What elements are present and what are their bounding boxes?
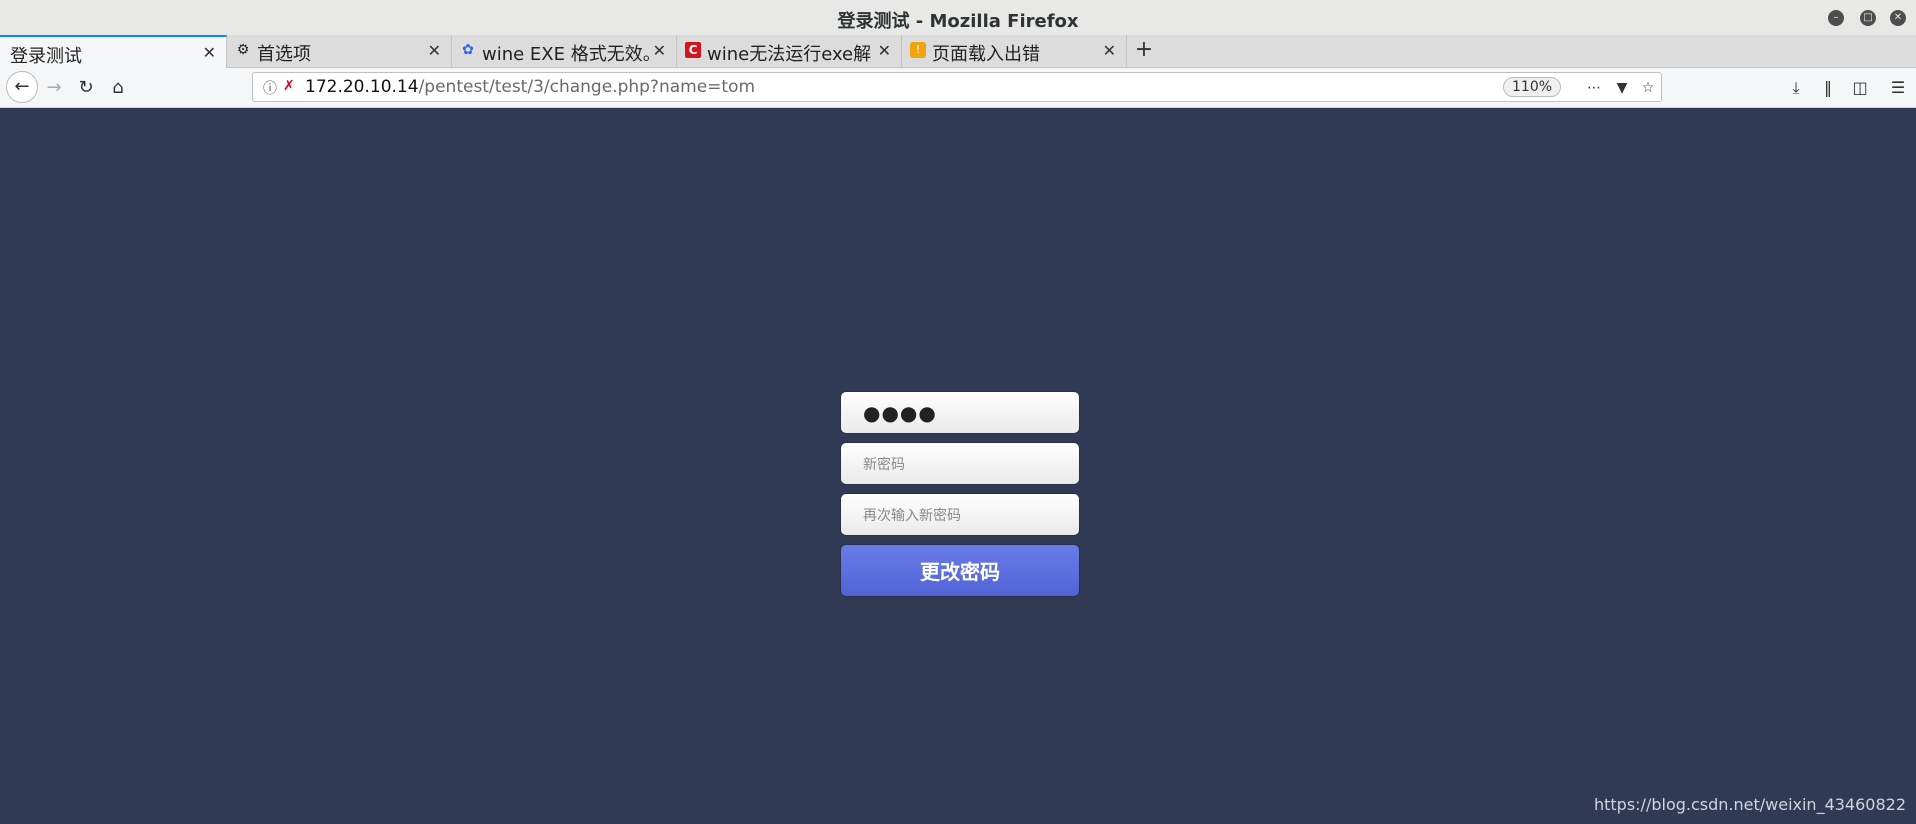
url-path: /pentest/test/3/change.php?name=tom xyxy=(418,77,756,97)
tab-wine-exe[interactable]: ✿ wine EXE 格式无效。 ✕ xyxy=(452,35,677,68)
window-title: 登录测试 - Mozilla Firefox xyxy=(837,11,1079,32)
change-password-button[interactable]: 更改密码 xyxy=(840,544,1080,597)
tab-label: wine无法运行exe解 xyxy=(707,44,872,65)
url-bar[interactable]: ⓘ ✗ 172.20.10.14/pentest/test/3/change.p… xyxy=(252,72,1662,102)
insecure-lock-icon[interactable]: ✗ xyxy=(283,78,295,94)
back-arrow-icon[interactable]: ← xyxy=(6,71,38,103)
pocket-icon[interactable]: ▼ xyxy=(1611,77,1633,99)
tab-label: wine EXE 格式无效。 xyxy=(482,44,661,65)
current-password-field[interactable]: ●●●● xyxy=(840,391,1080,434)
baidu-paw-icon: ✿ xyxy=(462,42,474,58)
bookmark-star-icon[interactable]: ☆ xyxy=(1637,77,1659,99)
gear-icon: ⚙ xyxy=(236,42,250,58)
tab-wine-csdn[interactable]: C wine无法运行exe解 ✕ xyxy=(677,35,902,68)
tab-close-icon[interactable]: ✕ xyxy=(203,43,216,62)
library-icon[interactable]: ‖ xyxy=(1816,76,1840,100)
watermark: https://blog.csdn.net/weixin_43460822 xyxy=(1593,795,1906,814)
page-actions-icon[interactable]: ⋯ xyxy=(1583,77,1605,99)
maximize-icon[interactable]: □ xyxy=(1860,10,1876,26)
close-window-icon[interactable]: ✕ xyxy=(1890,10,1906,26)
confirm-password-field[interactable]: 再次输入新密码 xyxy=(840,493,1080,536)
tab-close-icon[interactable]: ✕ xyxy=(878,41,891,60)
sidebar-icon[interactable]: ◫ xyxy=(1848,76,1872,100)
tab-page-error[interactable]: ! 页面载入出错 ✕ xyxy=(902,35,1127,68)
tab-bar: 登录测试 ✕ ⚙ 首选项 ✕ ✿ wine EXE 格式无效。 ✕ C wine… xyxy=(0,35,1916,68)
reload-icon[interactable]: ↻ xyxy=(72,74,100,102)
change-password-form: ●●●● 新密码 再次输入新密码 更改密码 xyxy=(840,391,1080,597)
downloads-icon[interactable]: ⤓ xyxy=(1784,76,1808,100)
navigation-bar: ← → ↻ ⌂ ⓘ ✗ 172.20.10.14/pentest/test/3/… xyxy=(0,68,1916,108)
warning-icon: ! xyxy=(910,42,926,58)
tab-label: 登录测试 xyxy=(10,46,82,67)
info-icon[interactable]: ⓘ xyxy=(263,78,277,98)
tab-close-icon[interactable]: ✕ xyxy=(653,41,666,60)
tab-label: 首选项 xyxy=(257,44,311,65)
url-text[interactable]: 172.20.10.14/pentest/test/3/change.php?n… xyxy=(305,77,755,97)
url-host: 172.20.10.14 xyxy=(305,77,419,97)
tab-close-icon[interactable]: ✕ xyxy=(428,41,441,60)
csdn-icon: C xyxy=(685,42,701,58)
tab-preferences[interactable]: ⚙ 首选项 ✕ xyxy=(227,35,452,68)
minimize-icon[interactable]: – xyxy=(1828,10,1844,26)
home-icon[interactable]: ⌂ xyxy=(104,74,132,102)
tab-login-test[interactable]: 登录测试 ✕ xyxy=(0,35,227,68)
window-titlebar: 登录测试 - Mozilla Firefox – □ ✕ xyxy=(0,0,1916,36)
new-tab-icon[interactable]: + xyxy=(1132,38,1156,62)
zoom-level[interactable]: 110% xyxy=(1503,77,1562,97)
new-password-field[interactable]: 新密码 xyxy=(840,442,1080,485)
tab-label: 页面载入出错 xyxy=(932,44,1040,65)
tab-close-icon[interactable]: ✕ xyxy=(1103,41,1116,60)
menu-icon[interactable]: ☰ xyxy=(1886,76,1910,100)
forward-arrow-icon[interactable]: → xyxy=(40,74,68,102)
